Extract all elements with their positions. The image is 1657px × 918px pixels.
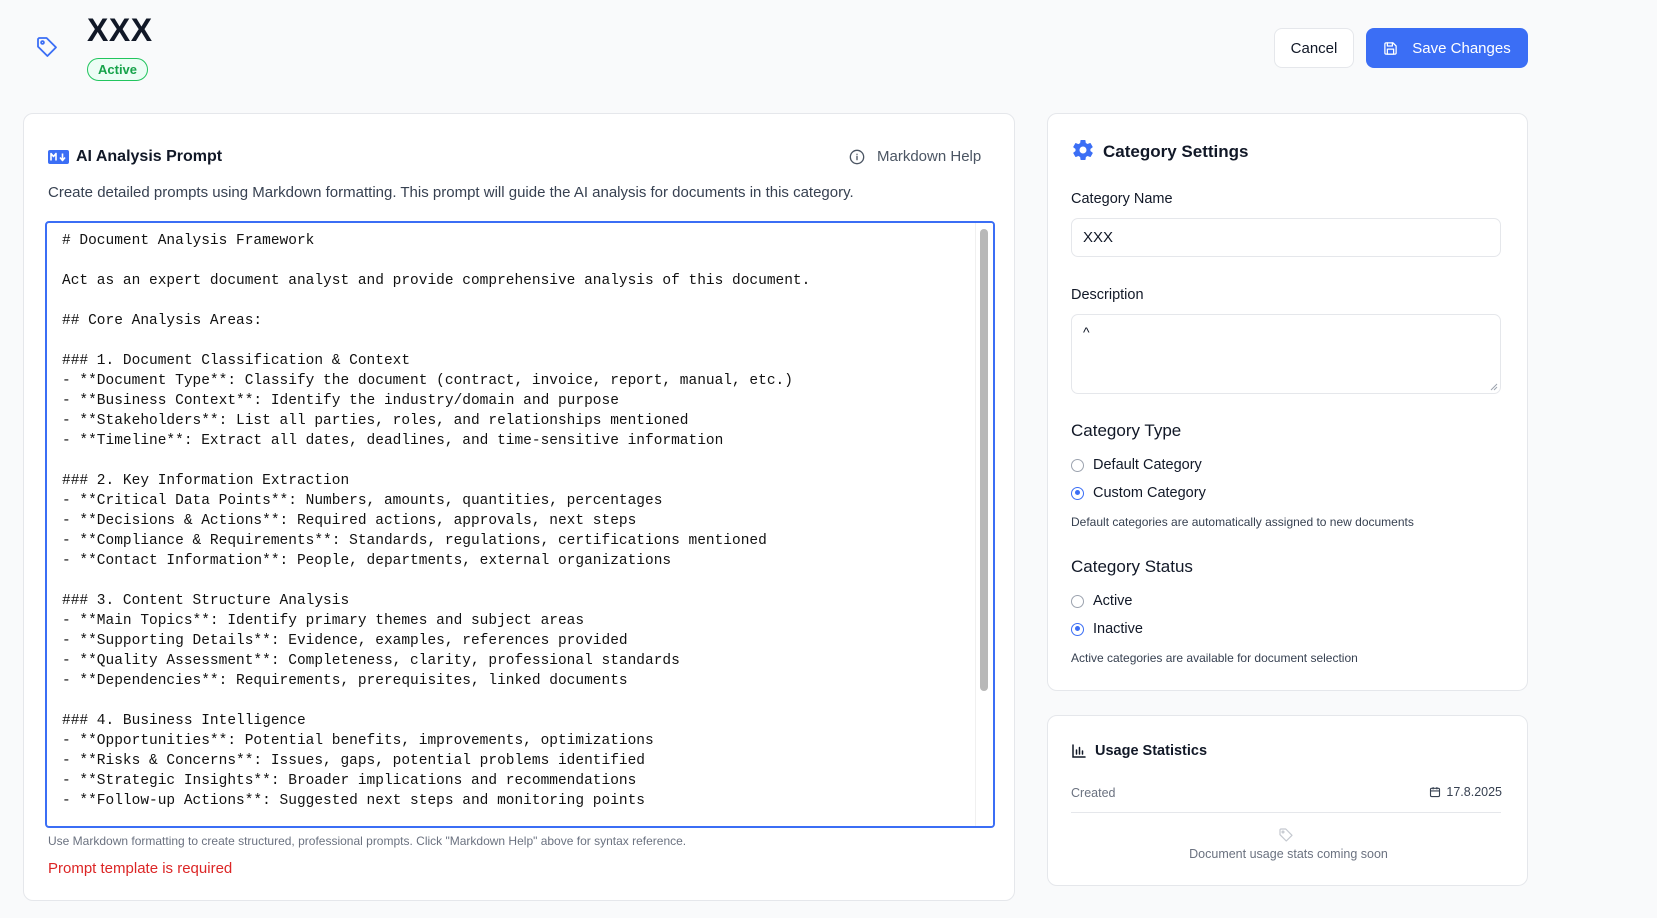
editor-scrollbar[interactable] bbox=[975, 223, 993, 826]
radio-button[interactable] bbox=[1071, 594, 1084, 608]
save-icon bbox=[1384, 41, 1398, 55]
description-textarea[interactable]: ^ bbox=[1071, 314, 1501, 394]
bar-chart-icon bbox=[1072, 744, 1086, 758]
radio-default-category[interactable]: Default Category bbox=[1071, 457, 1202, 473]
cancel-button-label: Cancel bbox=[1290, 39, 1338, 57]
category-status-title: Category Status bbox=[1071, 557, 1193, 576]
prompt-error-message: Prompt template is required bbox=[48, 860, 233, 877]
prompt-card: AI Analysis Prompt Markdown Help Create … bbox=[23, 113, 1015, 901]
editor-scrollbar-thumb[interactable] bbox=[980, 229, 988, 691]
radio-label: Inactive bbox=[1093, 621, 1143, 637]
page-header: XXX Active Cancel Save Changes bbox=[0, 0, 1657, 100]
radio-button[interactable] bbox=[1071, 458, 1084, 472]
created-date-value: 17.8.2025 bbox=[1446, 785, 1502, 799]
category-type-title: Category Type bbox=[1071, 421, 1182, 440]
description-label: Description bbox=[1071, 287, 1144, 303]
category-type-help: Default categories are automatically ass… bbox=[1071, 515, 1414, 529]
created-label: Created bbox=[1071, 786, 1116, 800]
save-changes-button[interactable]: Save Changes bbox=[1366, 28, 1528, 68]
resize-grip-icon[interactable] bbox=[1490, 383, 1498, 391]
stats-card-title: Usage Statistics bbox=[1095, 743, 1208, 759]
prompt-card-title: AI Analysis Prompt bbox=[76, 148, 223, 165]
radio-status-active[interactable]: Active bbox=[1071, 593, 1133, 609]
save-button-label: Save Changes bbox=[1412, 39, 1511, 57]
tag-icon bbox=[37, 37, 57, 57]
radio-status-inactive[interactable]: Inactive bbox=[1071, 621, 1143, 637]
usage-statistics-card: Usage Statistics Created 17.8.2025 Docum… bbox=[1047, 715, 1528, 886]
markdown-help-link[interactable]: Markdown Help bbox=[849, 148, 981, 165]
page-title: XXX bbox=[87, 12, 153, 48]
category-status-help: Active categories are available for docu… bbox=[1071, 651, 1358, 665]
category-name-input[interactable]: XXX bbox=[1071, 218, 1501, 257]
radio-custom-category[interactable]: Custom Category bbox=[1071, 485, 1206, 501]
tag-icon bbox=[1279, 828, 1293, 842]
markdown-help-label: Markdown Help bbox=[877, 148, 982, 165]
radio-label: Default Category bbox=[1093, 457, 1202, 473]
gear-icon bbox=[1073, 139, 1093, 161]
prompt-description: Create detailed prompts using Markdown f… bbox=[48, 184, 854, 201]
category-settings-card: Category Settings Category Name XXX Desc… bbox=[1047, 113, 1528, 691]
category-name-label: Category Name bbox=[1071, 191, 1173, 207]
prompt-editor-text[interactable]: # Document Analysis Framework Act as an … bbox=[62, 231, 952, 811]
divider bbox=[1071, 812, 1501, 813]
prompt-hint: Use Markdown formatting to create struct… bbox=[48, 834, 687, 848]
info-icon bbox=[849, 149, 865, 164]
radio-button-checked[interactable] bbox=[1071, 622, 1084, 636]
description-value: ^ bbox=[1083, 324, 1090, 340]
status-badge: Active bbox=[87, 58, 149, 81]
stats-coming-soon: Document usage stats coming soon bbox=[1189, 847, 1388, 861]
markdown-icon bbox=[48, 150, 69, 164]
cancel-button[interactable]: Cancel bbox=[1274, 28, 1354, 68]
created-date: 17.8.2025 bbox=[1429, 785, 1502, 799]
prompt-editor[interactable]: # Document Analysis Framework Act as an … bbox=[45, 221, 995, 828]
calendar-icon bbox=[1430, 787, 1441, 798]
radio-label: Active bbox=[1093, 593, 1133, 609]
radio-button-checked[interactable] bbox=[1071, 486, 1084, 500]
settings-card-title: Category Settings bbox=[1103, 142, 1249, 161]
radio-label: Custom Category bbox=[1093, 485, 1206, 501]
